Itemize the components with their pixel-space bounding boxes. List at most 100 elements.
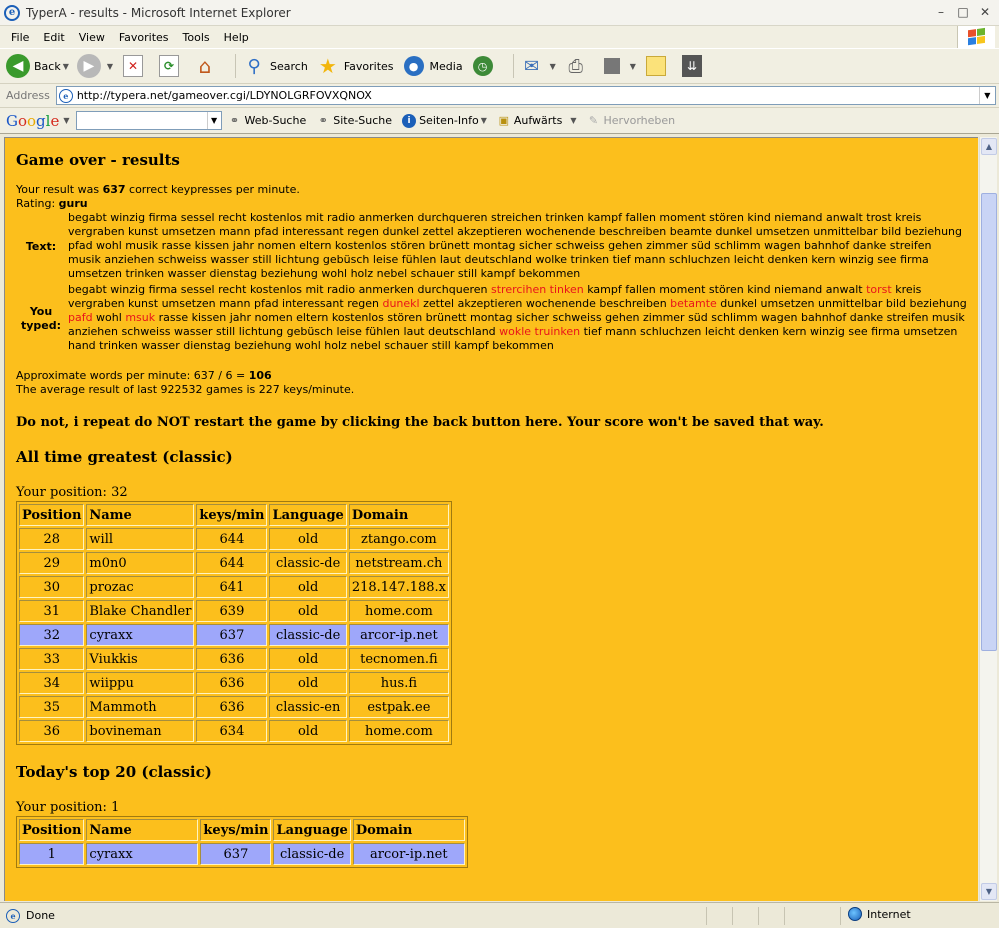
windows-flag-icon <box>967 27 986 47</box>
media-button[interactable]: ● Media <box>402 54 463 78</box>
menu-file[interactable]: File <box>4 31 36 44</box>
back-button[interactable]: ◀ Back ▼ <box>6 54 69 78</box>
search-button[interactable]: ⚲ Search <box>242 54 308 78</box>
scroll-thumb[interactable] <box>981 193 997 651</box>
edit-dropdown-icon[interactable]: ▼ <box>630 62 636 71</box>
status-bar: e Done Internet <box>0 902 999 928</box>
google-toolbar: Google ▼ ▼ ⚭ Web-Suche ⚭ Site-Suche i Se… <box>0 108 999 134</box>
cell-name: Mammoth <box>86 696 195 718</box>
scroll-up-icon[interactable]: ▲ <box>981 138 997 155</box>
page-title: Game over - results <box>16 151 180 169</box>
page-content: Game over - results Your result was 637 … <box>4 137 978 901</box>
google-logo[interactable]: Google <box>6 112 59 130</box>
back-arrow-icon: ◀ <box>6 54 30 78</box>
history-icon: ◷ <box>472 56 493 76</box>
wpm-value: 106 <box>248 369 272 382</box>
address-url[interactable]: http://typera.net/gameover.cgi/LDYNOLGRF… <box>77 89 372 102</box>
table-row: 28 will 644 old ztango.com <box>19 528 449 550</box>
table-row: 29 m0n0 644 classic-de netstream.ch <box>19 552 449 574</box>
research-icon: ⇊ <box>681 55 702 77</box>
cell-name: bovineman <box>86 720 195 742</box>
typo: msuk <box>125 311 156 324</box>
typed-text-row: You typed: begabt winzig firma sessel re… <box>16 283 967 355</box>
today-table: Position Name keys/min Language Domain 1… <box>16 816 468 868</box>
media-icon: ● <box>403 56 424 76</box>
original-text-row: Text: begabt winzig firma sessel recht k… <box>16 211 967 283</box>
search-label: Search <box>270 59 308 73</box>
menu-help[interactable]: Help <box>217 31 256 44</box>
page-status-icon: e <box>6 908 20 923</box>
menu-edit[interactable]: Edit <box>36 31 71 44</box>
typed-segment: wohl <box>92 311 126 324</box>
refresh-button[interactable]: ⟳ <box>157 54 185 78</box>
forward-dropdown-icon[interactable]: ▼ <box>107 62 113 71</box>
mail-icon: ✉ <box>524 55 540 77</box>
table-row: 35 Mammoth 636 classic-en estpak.ee <box>19 696 449 718</box>
google-menu-dropdown-icon[interactable]: ▼ <box>63 116 69 125</box>
typed-segment: begabt winzig firma sessel recht kostenl… <box>67 283 491 296</box>
cell-position: 35 <box>19 696 85 718</box>
forward-button[interactable]: ▶ ▼ <box>76 54 113 78</box>
window-title: TyperA - results - Microsoft Internet Ex… <box>26 5 291 20</box>
cell-language: classic-de <box>269 624 347 646</box>
page-info-label: Seiten-Info <box>419 114 479 127</box>
mail-button[interactable]: ✉ ▼ <box>520 54 556 78</box>
menu-favorites[interactable]: Favorites <box>112 31 176 44</box>
minimize-button[interactable]: – <box>933 4 949 20</box>
alltime-title: All time greatest (classic) <box>16 448 233 466</box>
menu-tools[interactable]: Tools <box>176 31 217 44</box>
edit-button[interactable]: ▼ <box>600 54 636 78</box>
page-info-dropdown-icon[interactable]: ▼ <box>481 116 487 125</box>
scroll-down-icon[interactable]: ▼ <box>981 883 997 900</box>
standard-toolbar: ◀ Back ▼ ▶ ▼ ✕ ⟳ ⌂ ⚲ Search ★ Favorites … <box>0 48 999 84</box>
col-language: Language <box>269 504 347 526</box>
back-dropdown-icon[interactable]: ▼ <box>63 62 69 71</box>
google-search-dropdown-icon[interactable]: ▼ <box>206 112 221 129</box>
col-keys-per-min: keys/min <box>200 819 272 841</box>
globe-icon <box>848 907 862 921</box>
print-button[interactable]: ⎙ <box>564 54 592 78</box>
up-dropdown-icon[interactable]: ▼ <box>570 116 576 125</box>
original-text: begabt winzig firma sessel recht kostenl… <box>67 211 962 280</box>
address-input[interactable]: e http://typera.net/gameover.cgi/LDYNOLG… <box>55 86 996 105</box>
web-search-button[interactable]: ⚭ Web-Suche <box>228 114 306 128</box>
restore-button[interactable]: □ <box>955 4 971 20</box>
printer-icon: ⎙ <box>568 55 583 77</box>
research-button[interactable]: ⇊ <box>680 54 708 78</box>
site-search-button[interactable]: ⚭ Site-Suche <box>316 114 392 128</box>
highlight-button[interactable]: ✎ Hervorheben <box>587 114 675 128</box>
cell-name: cyraxx <box>86 843 199 865</box>
col-domain: Domain <box>348 504 449 526</box>
page-info-button[interactable]: i Seiten-Info ▼ <box>402 113 487 128</box>
stop-button[interactable]: ✕ <box>121 54 149 78</box>
back-button-warning: Do not, i repeat do NOT restart the game… <box>16 415 824 430</box>
menu-view[interactable]: View <box>72 31 112 44</box>
ie-icon: e <box>4 4 20 21</box>
status-panel-divider <box>732 907 733 925</box>
status-text: Done <box>26 909 55 922</box>
cell-position: 29 <box>19 552 85 574</box>
alltime-table: Position Name keys/min Language Domain 2… <box>16 501 452 745</box>
typed-segment: dunkel umsetzen unmittelbar bild beziehu… <box>716 297 967 310</box>
wpm-prefix: Approximate words per minute: 637 / 6 = <box>16 369 249 382</box>
address-dropdown-icon[interactable]: ▼ <box>978 87 995 104</box>
favorites-button[interactable]: ★ Favorites <box>316 54 394 78</box>
mail-dropdown-icon[interactable]: ▼ <box>550 62 556 71</box>
rating-line: Rating: guru <box>16 197 967 211</box>
google-search-input[interactable]: ▼ <box>75 111 222 130</box>
typo: wokle truinken <box>499 325 581 338</box>
up-button[interactable]: ▣ Aufwärts ▼ <box>497 114 577 128</box>
cell-language: old <box>269 648 347 670</box>
vertical-scrollbar[interactable]: ▲ ▼ <box>979 137 997 901</box>
home-button[interactable]: ⌂ <box>193 54 221 78</box>
close-button[interactable]: ✕ <box>977 4 993 20</box>
notes-button[interactable] <box>644 54 672 78</box>
status-panel-divider <box>840 907 841 925</box>
cell-keys-per-min: 636 <box>196 648 268 670</box>
typo: strercihen tinken <box>491 283 584 296</box>
address-bar: Address e http://typera.net/gameover.cgi… <box>0 84 999 108</box>
edit-icon <box>603 58 620 74</box>
history-button[interactable]: ◷ <box>471 54 499 78</box>
note-icon <box>645 56 666 76</box>
cell-domain: tecnomen.fi <box>348 648 449 670</box>
